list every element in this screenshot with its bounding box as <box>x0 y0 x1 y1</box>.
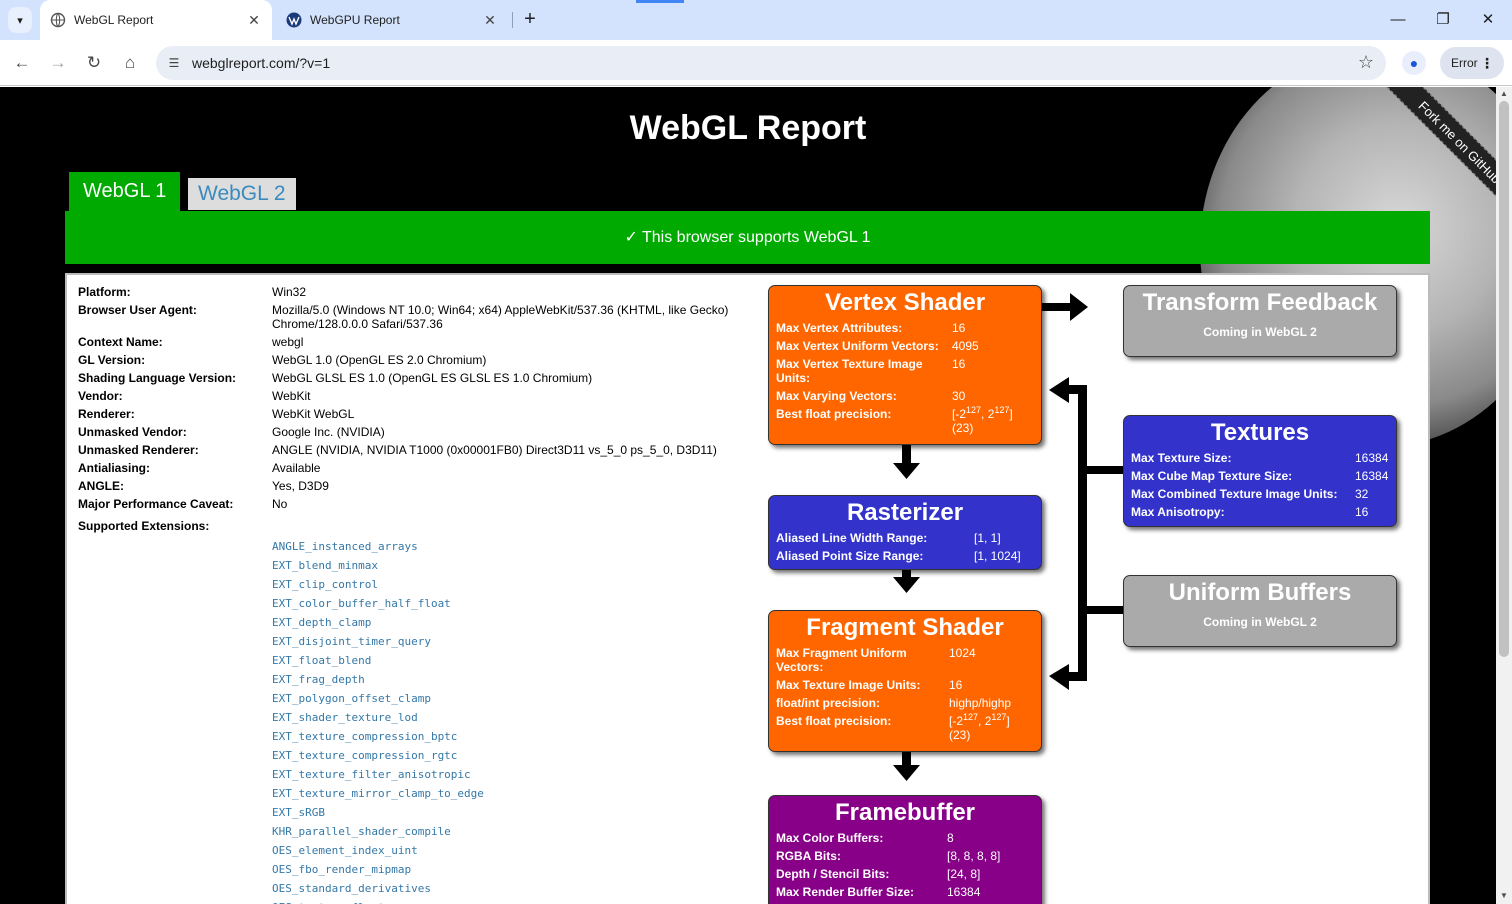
fragment-shader-box: Fragment Shader Max Fragment Uniform Vec… <box>768 610 1042 752</box>
tab-title: WebGL Report <box>74 13 154 27</box>
tex-label: Max Cube Map Texture Size: <box>1131 469 1293 483</box>
vs-value: 30 <box>952 389 966 403</box>
error-label: Error <box>1451 56 1478 70</box>
tex-label: Max Texture Size: <box>1131 451 1232 465</box>
framebuffer-title: Framebuffer <box>834 799 976 826</box>
tab-webgpu-report[interactable]: WebGPU Report ✕ <box>276 0 508 40</box>
page-viewport: WebGL Report Fork me on GitHub WebGL 1 W… <box>0 87 1496 904</box>
vs-label: Best float precision: <box>776 407 892 421</box>
tab-separator <box>512 12 513 28</box>
bookmark-star-icon[interactable]: ☆ <box>1358 52 1374 73</box>
kebab-menu-icon[interactable]: ⋮ <box>1480 47 1494 79</box>
close-tab-icon[interactable]: ✕ <box>482 12 498 28</box>
scroll-down-arrow-icon[interactable]: ▼ <box>1500 891 1508 900</box>
rasterizer-title: Rasterizer <box>846 499 964 526</box>
uniform-buffers-note: Coming in WebGL 2 <box>1203 615 1317 629</box>
vs-value: 16 <box>952 357 966 371</box>
fragment-shader-title: Fragment Shader <box>806 614 1004 641</box>
transform-feedback-box: Transform Feedback Coming in WebGL 2 <box>1123 285 1397 357</box>
tab-search-chevron-icon[interactable]: ▾ <box>8 7 32 33</box>
close-window-icon[interactable]: ✕ <box>1476 8 1500 32</box>
fb-label: Max Color Buffers: <box>776 831 884 845</box>
tab-webgl-report[interactable]: WebGL Report ✕ <box>40 0 272 40</box>
scroll-up-arrow-icon[interactable]: ▲ <box>1500 89 1508 98</box>
fs-precision-value: [-2127, 2127] (23) <box>949 712 1010 743</box>
raster-value: [1, 1] <box>974 531 1001 545</box>
profile-error-button[interactable]: Error ⋮ <box>1440 47 1504 79</box>
home-icon[interactable]: ⌂ <box>115 48 145 78</box>
vs-value: 4095 <box>952 339 979 353</box>
fs-value: 1024 <box>949 646 976 660</box>
fs-label: float/int precision: <box>776 696 881 710</box>
profile-avatar-icon[interactable]: ● <box>1402 51 1426 75</box>
fs-label: Max Fragment Uniform Vectors: <box>776 646 907 674</box>
fs-label: Max Texture Image Units: <box>776 678 921 692</box>
uniform-buffers-box: Uniform Buffers Coming in WebGL 2 <box>1123 575 1397 647</box>
tab-webgl-1[interactable]: WebGL 1 <box>69 172 181 211</box>
textures-title: Textures <box>1210 419 1310 446</box>
fs-label: Best float precision: <box>776 714 892 728</box>
globe-icon <box>50 12 66 28</box>
fs-value: highp/highp <box>949 696 1012 710</box>
fb-value: 8 <box>947 831 954 845</box>
vs-label: Max Varying Vectors: <box>776 389 897 403</box>
address-bar[interactable]: ☰ webglreport.com/?v=1 ☆ <box>156 46 1386 80</box>
vertex-shader-title: Vertex Shader <box>824 289 986 316</box>
tex-value: 16 <box>1355 505 1369 519</box>
raster-value: [1, 1024] <box>974 549 1021 563</box>
textures-box: Textures Max Texture Size: 16384 Max Cub… <box>1123 415 1397 527</box>
tex-value: 32 <box>1355 487 1369 501</box>
minimize-icon[interactable]: — <box>1386 8 1410 32</box>
page-title: WebGL Report <box>629 109 867 147</box>
restore-icon[interactable]: ❐ <box>1431 8 1455 32</box>
tex-label: Max Combined Texture Image Units: <box>1131 487 1338 501</box>
fb-value: 16384 <box>947 885 981 899</box>
browser-toolbar: ← → ↻ ⌂ ☰ webglreport.com/?v=1 ☆ ● Error… <box>0 40 1512 86</box>
raster-label: Aliased Point Size Range: <box>776 549 924 563</box>
tab-webgl-2[interactable]: WebGL 2 <box>188 178 296 210</box>
raster-label: Aliased Line Width Range: <box>776 531 928 545</box>
vs-value: 16 <box>952 321 966 335</box>
vs-label: Max Vertex Attributes: <box>776 321 903 335</box>
tex-label: Max Anisotropy: <box>1131 505 1225 519</box>
tab-drag-indicator <box>636 0 684 3</box>
transform-feedback-note: Coming in WebGL 2 <box>1203 325 1317 339</box>
scroll-thumb[interactable] <box>1499 101 1509 657</box>
tex-value: 16384 <box>1355 469 1389 483</box>
reload-icon[interactable]: ↻ <box>79 48 109 78</box>
uniform-buffers-title: Uniform Buffers <box>1168 579 1352 606</box>
vs-precision-value: [-2127, 2127] (23) <box>952 405 1013 436</box>
rasterizer-box: Rasterizer Aliased Line Width Range: [1,… <box>768 495 1042 570</box>
fb-value: [24, 8] <box>947 867 981 881</box>
page-scrollbar[interactable]: ▲ ▼ <box>1496 87 1512 904</box>
tex-value: 16384 <box>1355 451 1389 465</box>
framebuffer-box: Framebuffer Max Color Buffers: 8 RGBA Bi… <box>768 795 1042 904</box>
fb-label: Max Render Buffer Size: <box>776 885 915 899</box>
browser-chrome: ▾ WebGL Report ✕ WebGPU Report ✕ + — ❐ ✕… <box>0 0 1512 87</box>
tab-title: WebGPU Report <box>310 13 400 27</box>
webgpu-favicon-icon <box>286 12 302 28</box>
fb-value: [8, 8, 8, 8] <box>947 849 1001 863</box>
site-info-icon[interactable]: ☰ <box>164 53 184 73</box>
fs-value: 16 <box>949 678 963 692</box>
close-tab-icon[interactable]: ✕ <box>246 12 262 28</box>
vertex-shader-box: Vertex Shader Max Vertex Attributes: 16 … <box>768 285 1042 445</box>
new-tab-plus-icon[interactable]: + <box>520 9 540 30</box>
url-text[interactable]: webglreport.com/?v=1 <box>192 55 330 71</box>
report-panel: Platform: Win32 Browser User Agent: Mozi… <box>65 273 1430 904</box>
fb-label: RGBA Bits: <box>776 849 841 863</box>
vs-label: Max Vertex Texture Image Units: <box>776 357 923 385</box>
transform-feedback-title: Transform Feedback <box>1142 289 1378 316</box>
tab-strip: ▾ WebGL Report ✕ WebGPU Report ✕ + — ❐ ✕ <box>0 0 1512 40</box>
fb-label: Depth / Stencil Bits: <box>776 867 890 881</box>
back-arrow-icon[interactable]: ← <box>7 48 37 78</box>
support-banner: ✓ This browser supports WebGL 1 <box>65 211 1430 264</box>
vs-label: Max Vertex Uniform Vectors: <box>776 339 939 353</box>
forward-arrow-icon[interactable]: → <box>43 48 73 78</box>
